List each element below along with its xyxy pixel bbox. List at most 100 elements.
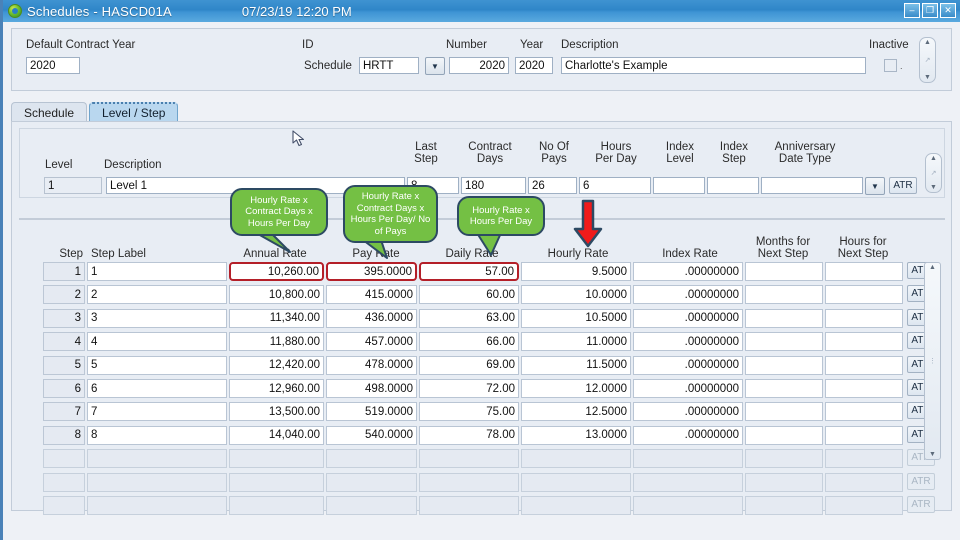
cell-hours-next[interactable] [825,285,903,305]
cell-daily-rate[interactable]: 69.00 [419,355,519,375]
cell-hourly-rate[interactable]: 13.0000 [521,425,631,445]
inactive-checkbox[interactable] [884,59,897,72]
cell-hours-next[interactable] [825,332,903,352]
hours-per-day-field[interactable]: 6 [579,177,651,194]
number-field[interactable]: 2020 [449,57,509,74]
cell-pay-rate[interactable]: 498.0000 [326,379,417,398]
grid-scroll-up-icon[interactable]: ▲ [929,264,936,271]
cell-index-rate[interactable]: .00000000 [633,379,743,398]
cell-daily-rate[interactable]: 72.00 [419,379,519,398]
cell-index-rate[interactable]: .00000000 [633,355,743,375]
description-label: Description [561,39,619,51]
cell-months-next[interactable] [745,262,823,281]
cell-daily-rate[interactable]: 60.00 [419,285,519,305]
cell-step-label[interactable]: 8 [87,425,227,445]
cell-hours-next[interactable] [825,379,903,398]
cell-pay-rate[interactable]: 540.0000 [326,425,417,445]
level-record-spinner[interactable]: ▲ ↗ ▼ [925,153,942,193]
cell-index-rate[interactable]: .00000000 [633,332,743,352]
cell-hourly-rate[interactable]: 11.5000 [521,355,631,375]
tab-schedule[interactable]: Schedule [11,102,88,122]
cell-hourly-rate[interactable]: 11.0000 [521,332,631,352]
cell-annual-rate[interactable]: 10,260.00 [229,262,324,281]
spinner-up-icon[interactable]: ▲ [930,155,937,162]
default-contract-year-label: Default Contract Year [26,39,136,51]
cell-annual-rate[interactable]: 11,880.00 [229,332,324,352]
cell-annual-rate[interactable]: 12,960.00 [229,379,324,398]
cell-hours-next[interactable] [825,425,903,445]
cell-months-next[interactable] [745,285,823,305]
maximize-button[interactable]: ❐ [922,3,938,18]
cell-step-label[interactable]: 4 [87,332,227,352]
grid-scroll-down-icon[interactable]: ▼ [929,451,936,458]
cell-pay-rate[interactable]: 415.0000 [326,285,417,305]
cell-annual-rate[interactable]: 11,340.00 [229,308,324,328]
cell-annual-rate[interactable]: 13,500.00 [229,402,324,422]
cell-daily-rate[interactable]: 75.00 [419,402,519,422]
default-contract-year-field[interactable]: 2020 [26,57,80,74]
cell-daily-rate[interactable]: 66.00 [419,332,519,352]
cell-pay-rate[interactable]: 436.0000 [326,308,417,328]
cell-hourly-rate[interactable]: 9.5000 [521,262,631,281]
cell-months-next[interactable] [745,402,823,422]
grid-scroll-thumb[interactable]: ⋮ [929,358,936,365]
cell-index-rate[interactable]: .00000000 [633,262,743,281]
row-atr-button-disabled: ATR [907,496,935,513]
anniversary-date-type-field[interactable] [761,177,863,194]
cell-hourly-rate[interactable]: 12.5000 [521,402,631,422]
cell-daily-rate[interactable]: 78.00 [419,425,519,445]
cell-hours-next[interactable] [825,402,903,422]
tab-level-step[interactable]: Level / Step [89,102,179,122]
cell-pay-rate[interactable]: 395.0000 [326,262,417,281]
spinner-down-icon[interactable]: ▼ [924,74,931,81]
cell-months-next[interactable] [745,332,823,352]
cell-pay-rate[interactable]: 457.0000 [326,332,417,352]
cell-hourly-rate[interactable]: 10.0000 [521,285,631,305]
index-level-field[interactable] [653,177,705,194]
contract-days-field[interactable]: 180 [461,177,526,194]
cell-annual-rate[interactable]: 12,420.00 [229,355,324,375]
cell-months-next[interactable] [745,355,823,375]
cell-hourly-rate[interactable]: 12.0000 [521,379,631,398]
no-of-pays-field[interactable]: 26 [528,177,577,194]
header-record-spinner[interactable]: ▲ ↗ ▼ [919,37,936,83]
schedule-id-field[interactable]: HRTT [359,57,419,74]
cell-pay-rate[interactable]: 519.0000 [326,402,417,422]
cell-step: 3 [43,308,85,328]
cell-hours-next[interactable] [825,262,903,281]
cell-daily-rate[interactable]: 63.00 [419,308,519,328]
anniversary-date-type-dropdown-button[interactable]: ▼ [865,177,885,195]
cell-step-label[interactable]: 6 [87,379,227,398]
cell-pay-rate[interactable]: 478.0000 [326,355,417,375]
minimize-button[interactable]: – [904,3,920,18]
close-button[interactable]: ✕ [940,3,956,18]
cell-index-rate[interactable]: .00000000 [633,425,743,445]
cell-index-rate[interactable]: .00000000 [633,308,743,328]
cell-hours-next[interactable] [825,308,903,328]
cell-daily-rate[interactable]: 57.00 [419,262,519,281]
cell-index-rate[interactable]: .00000000 [633,402,743,422]
cell-months-next[interactable] [745,308,823,328]
level-value-field[interactable]: 1 [44,177,102,194]
cell-hourly-rate[interactable]: 10.5000 [521,308,631,328]
cell-months-next[interactable] [745,425,823,445]
spinner-up-icon[interactable]: ▲ [924,39,931,46]
cell-months-next[interactable] [745,379,823,398]
spinner-down-icon[interactable]: ▼ [930,184,937,191]
cell-hours-next[interactable] [825,355,903,375]
index-step-field[interactable] [707,177,759,194]
cell-step: 5 [43,355,85,375]
schedule-id-dropdown-button[interactable]: ▼ [425,57,445,75]
year-field[interactable]: 2020 [515,57,553,74]
cell-annual-rate[interactable]: 14,040.00 [229,425,324,445]
cell-index-rate[interactable]: .00000000 [633,285,743,305]
cell-step-label[interactable]: 5 [87,355,227,375]
cell-step-label[interactable]: 2 [87,285,227,305]
level-atr-button[interactable]: ATR [889,177,917,194]
cell-step-label[interactable]: 1 [87,262,227,281]
cell-annual-rate[interactable]: 10,800.00 [229,285,324,305]
cell-step-label[interactable]: 3 [87,308,227,328]
description-field[interactable]: Charlotte's Example [561,57,866,74]
grid-scrollbar[interactable]: ▲ ⋮ ▼ [924,262,941,460]
cell-step-label[interactable]: 7 [87,402,227,422]
